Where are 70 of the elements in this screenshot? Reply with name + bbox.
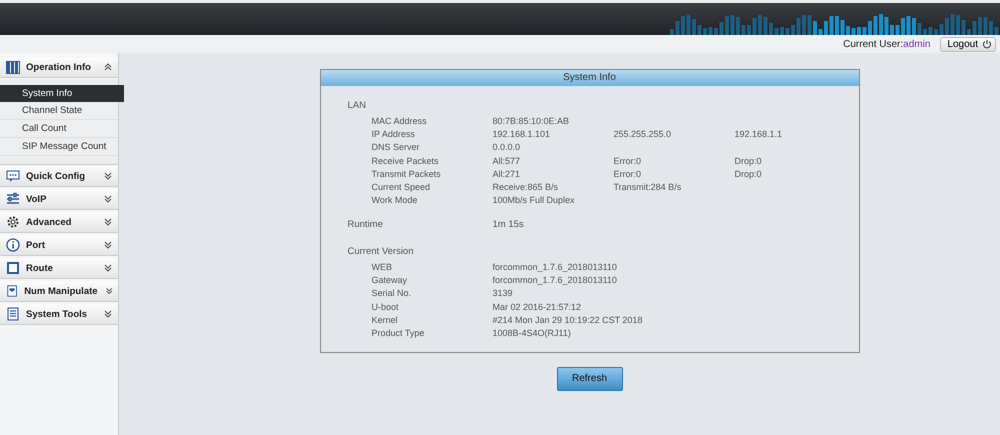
collapse-icon [102,61,114,73]
field-value: 192.168.1.1 [734,128,784,140]
field-label: DNS Server [372,141,421,154]
sidebar-group[interactable]: Quick Config [0,166,118,187]
gear-icon [6,215,20,229]
square-icon [6,261,20,275]
sidebar-item[interactable]: Channel State [0,102,118,120]
field-label: WEB [372,260,394,273]
sidebar-group[interactable]: Num Manipulate [0,281,118,302]
field-value: Transmit:284 B/s [614,181,682,194]
field-label: MAC Address [372,114,428,127]
field-label: U-boot [372,300,400,313]
refresh-button[interactable]: Refresh [556,366,622,391]
field-label: Receive Packets [372,154,440,167]
field-value: forcommon_1.7.6_2018013110 [492,274,617,286]
field-value: Mar 02 2016-21:57:12 [492,300,582,313]
field-label: Serial No. [372,287,412,300]
expand-icon [102,170,114,182]
sidebar-group[interactable]: Port [0,235,118,256]
field-value: Receive:865 B/s [492,181,560,194]
expand-icon [102,239,114,251]
expand-icon [102,308,114,320]
sidebar-group[interactable]: VoIP [0,189,118,210]
bar-chart-icon [6,60,20,74]
field-value: 3139 [492,287,514,300]
current-user-text: Current User:admin [843,38,930,50]
sliders-icon [6,192,20,206]
field-value: 100Mb/s Full Duplex [492,194,576,206]
panel-title: System Info [320,70,858,86]
field-value: All:271 [492,168,522,180]
expand-icon [104,285,114,297]
expand-icon [102,193,114,205]
field-value: 80:7B:85:10:0E:AB [492,114,570,127]
field-value: forcommon_1.7.6_2018013110 [492,260,617,273]
sidebar-item[interactable]: SIP Message Count [0,138,118,156]
sidebar-group[interactable]: System Tools [0,304,118,325]
expand-icon [102,262,114,274]
field-label: Transmit Packets [372,168,442,180]
field-value: 255.255.255.0 [614,128,672,140]
field-value: 1008B-4S4O(RJ11) [492,327,572,340]
section-title: LAN [348,100,367,113]
list-icon [6,307,20,321]
field-label: Current Speed [372,181,432,194]
expand-icon [102,216,114,228]
document-icon [6,284,18,298]
field-label: Product Type [372,327,426,340]
sidebar-group[interactable]: Advanced [0,212,118,233]
power-icon [982,39,992,49]
field-value: All:577 [492,154,522,167]
field-value: 1m 15s [492,219,525,232]
info-icon [6,238,20,252]
logout-button[interactable]: Logout [940,36,996,52]
section-title: Current Version [348,246,415,260]
section-title: Runtime [348,219,384,232]
chat-icon [6,169,20,183]
field-value: #214 Mon Jan 29 10:19:22 CST 2018 [492,314,642,326]
field-value: Drop:0 [734,168,763,180]
field-label: IP Address [372,128,416,140]
sidebar-item[interactable]: System Info [0,85,124,102]
field-value: 0.0.0.0 [492,141,522,154]
sidebar-group[interactable]: Operation Info [0,57,118,78]
field-label: Work Mode [372,194,418,206]
field-value: Error:0 [614,168,642,180]
sidebar-group[interactable]: Route [0,258,118,279]
field-value: Error:0 [614,154,642,167]
field-value: 192.168.1.101 [492,128,552,140]
field-label: Kernel [372,314,399,326]
field-value: Drop:0 [734,154,763,167]
field-label: Gateway [372,274,408,286]
sidebar-item[interactable]: Call Count [0,120,118,138]
